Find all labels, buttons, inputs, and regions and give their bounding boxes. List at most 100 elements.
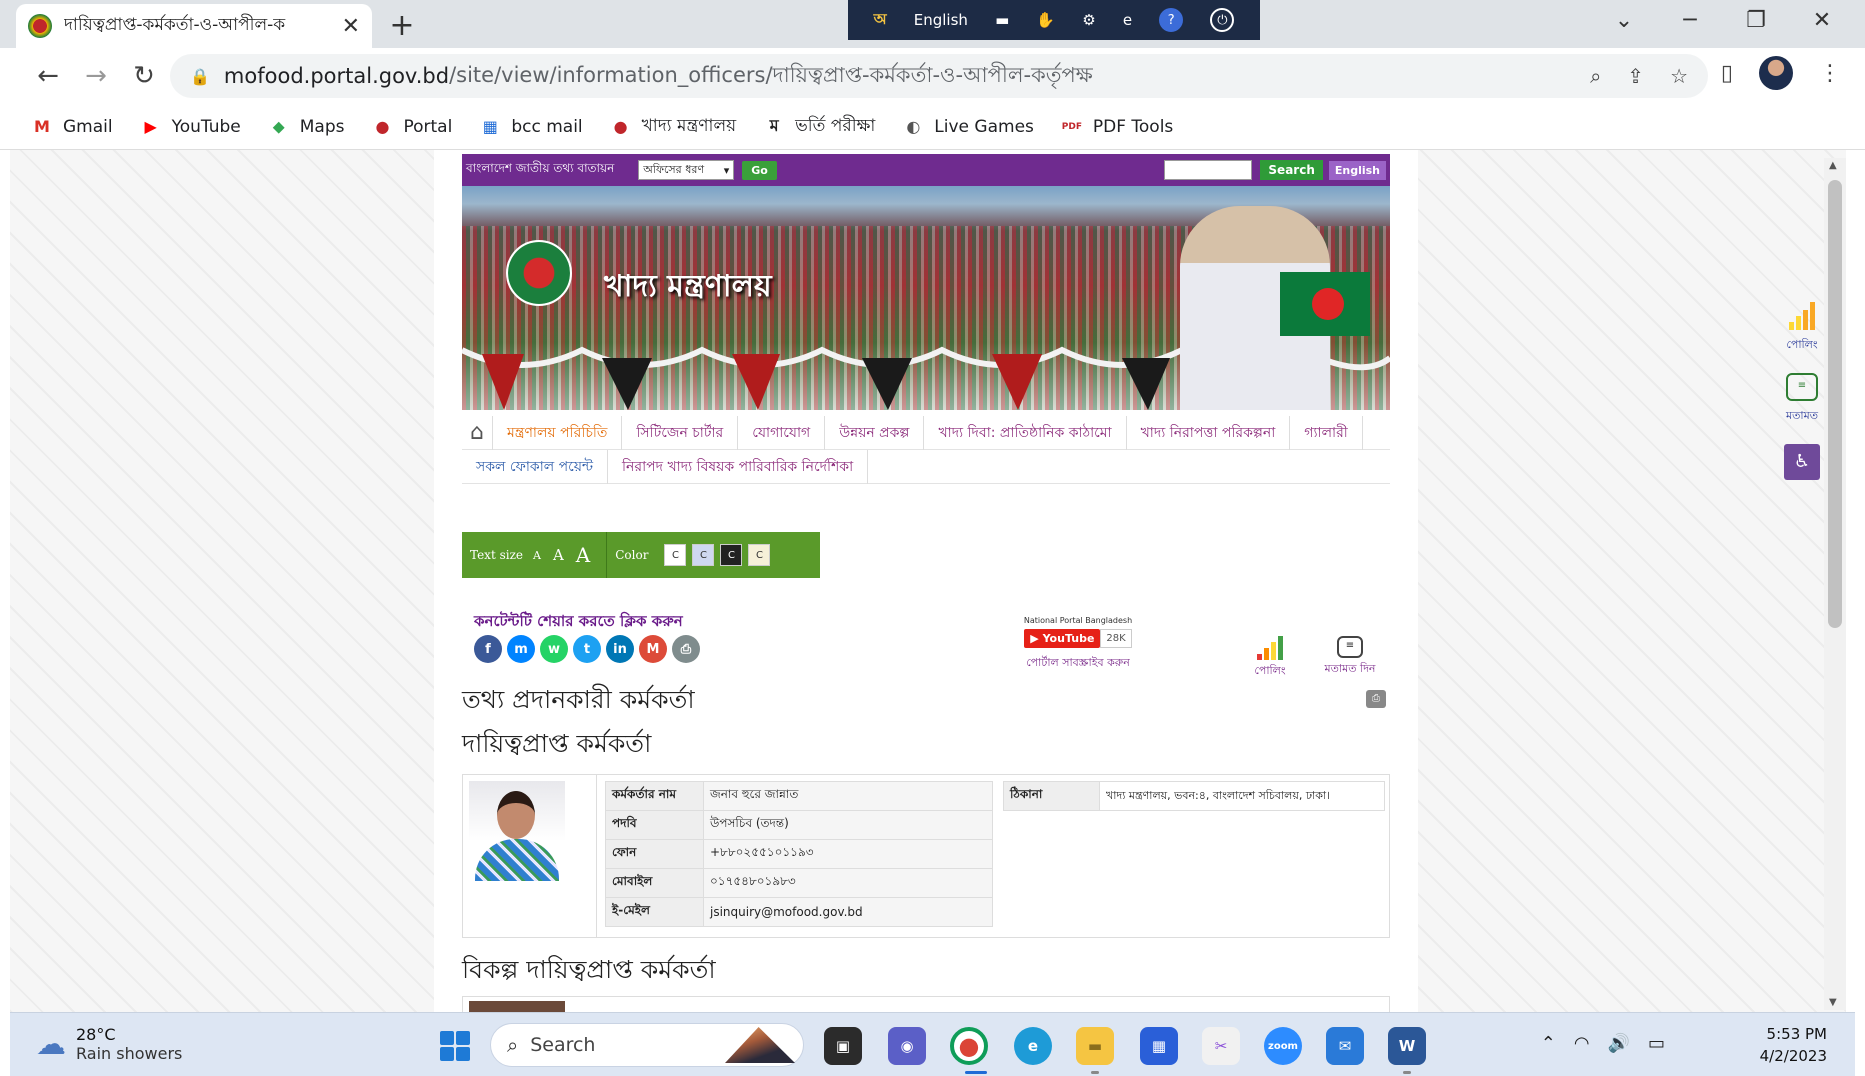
color-swatch-button[interactable]: C <box>692 544 715 566</box>
nav-item[interactable]: যোগাযোগ <box>738 415 826 450</box>
taskbar-search[interactable]: ⌕ Search <box>490 1023 804 1067</box>
poll-widget[interactable]: পোলিং <box>1248 636 1292 681</box>
search-button[interactable]: Search <box>1260 160 1323 180</box>
chat-icon[interactable]: ◉ <box>888 1027 926 1065</box>
text-size-medium-button[interactable]: A <box>553 546 564 564</box>
bookmark-star-icon[interactable]: ☆ <box>1670 64 1688 88</box>
reload-icon[interactable]: ↻ <box>120 61 168 91</box>
file-explorer-icon[interactable]: ▬ <box>1076 1027 1114 1065</box>
side-feedback-button[interactable]: ≡ মতামত <box>1772 373 1832 426</box>
task-view-icon[interactable]: ▣ <box>824 1027 862 1065</box>
active-tab[interactable]: দায়িত্বপ্রাপ্ত-কর্মকর্তা-ও-আপীল-ক ✕ <box>16 4 372 48</box>
english-button[interactable]: English <box>1328 160 1386 180</box>
nav-item[interactable]: খাদ্য নিরাপত্তা পরিকল্পনা <box>1127 415 1291 450</box>
mouse-icon[interactable]: ✋ <box>1036 11 1055 29</box>
ie-icon[interactable]: e <box>1123 11 1132 29</box>
linkedin-icon[interactable]: in <box>606 635 634 663</box>
store-icon[interactable]: ▦ <box>1140 1027 1178 1065</box>
nav-item[interactable]: সকল ফোকাল পয়েন্ট <box>462 449 609 484</box>
weather-widget[interactable]: ☁ 28°C Rain showers <box>36 1025 182 1063</box>
bookmark-item[interactable]: PDF PDF Tools <box>1060 115 1174 139</box>
clock[interactable]: 5:53 PM 4/2/2023 <box>1760 1023 1827 1067</box>
scroll-down-icon[interactable]: ▼ <box>1829 997 1837 1008</box>
volume-icon[interactable]: 🔊 <box>1608 1033 1630 1054</box>
help-icon[interactable]: ? <box>1159 8 1184 32</box>
home-icon[interactable]: ⌂ <box>462 415 493 450</box>
chrome-icon[interactable]: ● <box>950 1027 988 1065</box>
text-size-small-button[interactable]: A <box>533 549 541 562</box>
whatsapp-icon[interactable]: w <box>540 635 568 663</box>
go-button[interactable]: Go <box>742 160 777 180</box>
feedback-label: মতামত দিন <box>1324 662 1376 675</box>
share-icon[interactable]: ⇪ <box>1627 64 1644 88</box>
scrollbar-thumb[interactable] <box>1828 180 1842 628</box>
chevron-up-icon[interactable]: ⌃ <box>1541 1033 1556 1054</box>
restore-icon[interactable]: ❐ <box>1723 8 1789 33</box>
close-window-icon[interactable]: ✕ <box>1789 8 1855 33</box>
scroll-up-icon[interactable]: ▲ <box>1829 160 1837 171</box>
portal-title[interactable]: বাংলাদেশ জাতীয় তথ্য বাতায়ন <box>466 160 614 180</box>
bookmark-item[interactable]: ▶ YouTube <box>139 115 240 139</box>
nav-item[interactable]: মন্ত্রণালয় পরিচিতি <box>493 415 623 450</box>
officer-address-table: ঠিকানা খাদ্য মন্ত্রণালয়, ভবন:৪, বাংলাদে… <box>1003 781 1385 811</box>
heading-information-officer: তথ্য প্রদানকারী কর্মকর্তা <box>462 685 695 714</box>
youtube-subscribe-button[interactable]: ▶ YouTube <box>1024 629 1101 648</box>
nav-item[interactable]: নিরাপদ খাদ্য বিষয়ক পারিবারিক নির্দেশিকা <box>608 449 869 484</box>
back-icon[interactable]: ← <box>24 61 72 91</box>
print-icon[interactable]: ⎙ <box>1366 690 1386 708</box>
close-tab-icon[interactable]: ✕ <box>342 14 360 39</box>
avro-logo-icon[interactable]: অ <box>874 8 887 33</box>
power-icon[interactable]: ⏻ <box>1210 8 1235 32</box>
tab-search-icon[interactable]: ⌄ <box>1591 8 1657 33</box>
bookmark-item[interactable]: M Gmail <box>30 115 113 139</box>
lock-icon[interactable]: 🔒 <box>190 67 210 86</box>
feedback-widget[interactable]: ≡ মতামত দিন <box>1314 636 1386 679</box>
nav-item[interactable]: সিটিজেন চার্টার <box>622 415 739 450</box>
profile-avatar[interactable] <box>1759 56 1793 90</box>
twitter-icon[interactable]: t <box>573 635 601 663</box>
ministry-name[interactable]: খাদ্য মন্ত্রণালয় <box>604 262 772 313</box>
nav-item[interactable]: উন্নয়ন প্রকল্প <box>825 415 925 450</box>
messenger-icon[interactable]: m <box>507 635 535 663</box>
nav-item[interactable]: গ্যালারী <box>1290 415 1363 450</box>
minimize-icon[interactable]: ─ <box>1657 8 1723 33</box>
portal-subscribe-link[interactable]: পোর্টাল সাবস্ক্রাইব করুন <box>1022 654 1134 673</box>
windows-start-icon[interactable] <box>440 1031 470 1061</box>
menu-icon[interactable]: ⋮ <box>1819 61 1841 86</box>
color-swatch-button[interactable]: C <box>720 544 743 566</box>
side-panel-icon[interactable]: ▯ <box>1721 61 1733 86</box>
office-type-select[interactable]: অফিসের ধরণ ▾ <box>638 160 735 180</box>
bookmark-item[interactable]: ● খাদ্য মন্ত্রণালয় <box>609 113 736 141</box>
address-bar[interactable]: 🔒 mofood.portal.gov.bd /site/view/inform… <box>170 54 1708 98</box>
word-icon[interactable]: W <box>1388 1027 1426 1065</box>
color-swatch-button[interactable]: C <box>748 544 771 566</box>
keyboard-icon[interactable]: ▬ <box>995 11 1009 29</box>
language-indicator[interactable]: English <box>914 11 968 29</box>
print-share-icon[interactable]: ⎙ <box>672 635 700 663</box>
zoom-icon[interactable]: ⌕ <box>1590 64 1601 88</box>
accessibility-icon[interactable]: ♿ <box>1784 444 1820 480</box>
snipping-tool-icon[interactable]: ✂ <box>1202 1027 1240 1065</box>
bookmark-item[interactable]: ম ভর্তি পরীক্ষা <box>762 113 876 141</box>
edge-icon[interactable]: e <box>1014 1027 1052 1065</box>
text-size-large-button[interactable]: A <box>576 543 590 567</box>
nav-item[interactable]: খাদ্য দিবা: প্রাতিষ্ঠানিক কাঠামো <box>924 415 1127 450</box>
zoom-app-icon[interactable]: zoom <box>1264 1027 1302 1065</box>
wifi-icon[interactable]: ◠ <box>1574 1033 1590 1054</box>
bookmark-item[interactable]: ▦ bcc mail <box>478 115 583 139</box>
side-poll-button[interactable]: পোলিং <box>1772 300 1832 355</box>
new-tab-button[interactable]: + <box>386 8 418 43</box>
site-search-input[interactable] <box>1164 160 1253 180</box>
color-swatch-button[interactable]: C <box>664 544 687 566</box>
bookmark-item[interactable]: ● Portal <box>370 115 453 139</box>
mail-icon[interactable]: ✉ <box>1326 1027 1364 1065</box>
bookmark-item[interactable]: ◐ Live Games <box>901 115 1034 139</box>
email-icon[interactable]: M <box>639 635 667 663</box>
government-seal-logo[interactable] <box>506 240 572 306</box>
forward-icon[interactable]: → <box>72 61 120 91</box>
settings-icon[interactable]: ⚙ <box>1082 11 1095 29</box>
bookmark-item[interactable]: ⬥ Maps <box>267 115 344 139</box>
battery-icon[interactable]: ▭ <box>1648 1033 1665 1054</box>
facebook-icon[interactable]: f <box>474 635 502 663</box>
page-scrollbar[interactable]: ▲ ▼ <box>1824 158 1846 1010</box>
